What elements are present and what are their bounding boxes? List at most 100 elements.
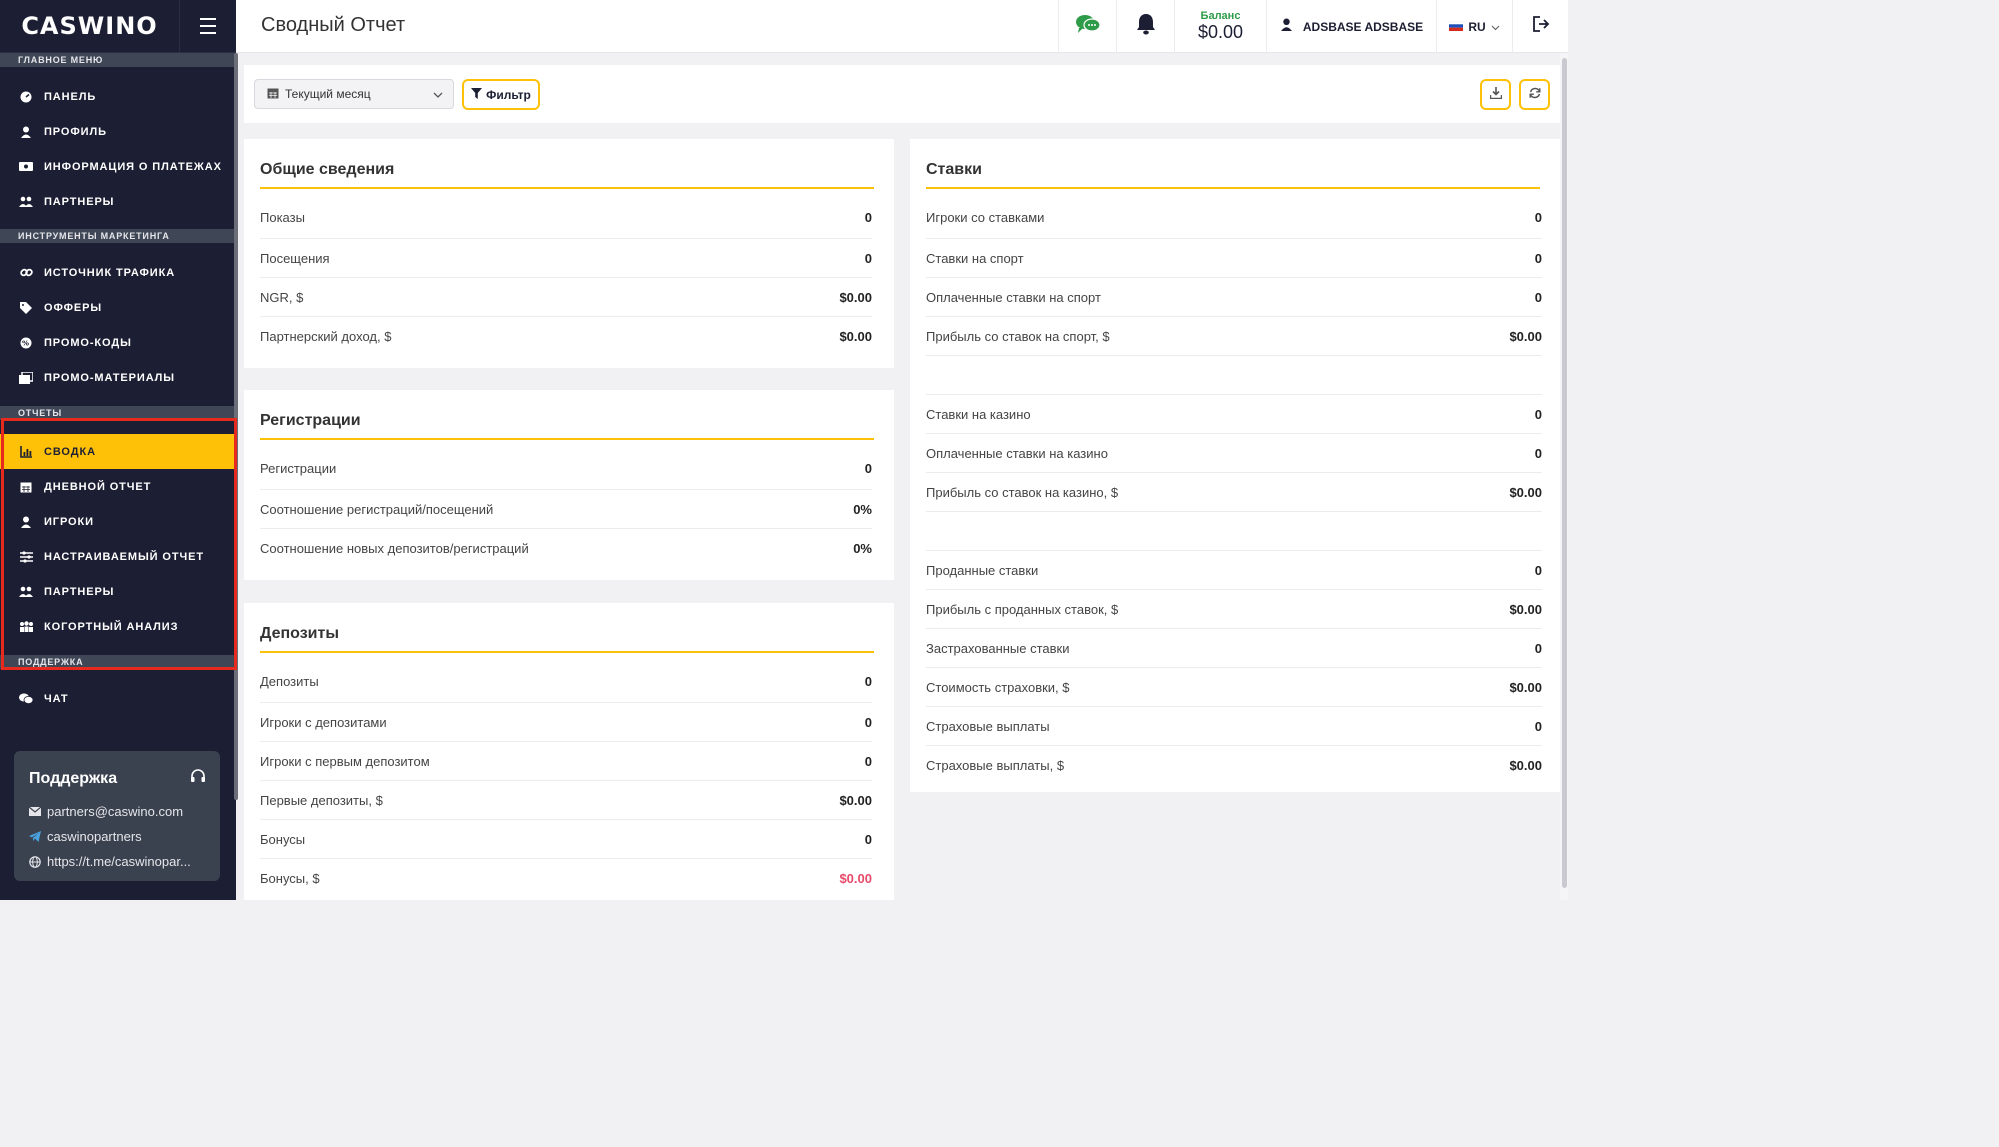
stat-label: Стоимость страховки, $ (926, 679, 1070, 695)
download-button[interactable] (1480, 79, 1511, 110)
hamburger-icon (200, 18, 216, 20)
section-label-main: ГЛАВНОЕ МЕНЮ (0, 53, 236, 67)
sidebar-scrollbar[interactable] (234, 53, 238, 800)
stat-label: Показы (260, 210, 305, 225)
stat-label: Соотношение регистраций/посещений (260, 501, 494, 517)
card-general-rows: Показы 0 Посещения 0 NGR, $ $0.00 Партнерск… (260, 197, 872, 356)
stat-row: Прибыль с проданных ставок, $ $0.00 (926, 590, 1542, 629)
stat-label: Первые депозиты, $ (260, 792, 383, 808)
tags-icon (18, 301, 34, 314)
menu-toggle-button[interactable] (180, 0, 236, 53)
stat-value: 0 (1534, 562, 1542, 578)
sidebar-item-partners-report[interactable]: ПАРТНЕРЫ (0, 574, 236, 609)
stat-row: Посещения 0 (260, 239, 872, 278)
sidebar-item-label: ИНФОРМАЦИЯ О ПЛАТЕЖАХ (44, 160, 222, 173)
stat-label: Страховые выплаты (926, 718, 1050, 734)
notifications-button[interactable] (1116, 0, 1174, 53)
stat-value: $0.00 (1509, 601, 1542, 617)
users-icon (18, 586, 34, 597)
stat-value: 0 (864, 831, 872, 847)
sidebar-item-daily-report[interactable]: ДНЕВНОЙ ОТЧЕТ (0, 469, 236, 504)
logout-button[interactable] (1512, 0, 1568, 53)
logout-icon (1532, 16, 1550, 37)
support-telegram-link[interactable]: caswinopartners (29, 824, 206, 849)
sidebar-item-summary[interactable]: СВОДКА (0, 434, 236, 469)
filter-button[interactable]: Фильтр (462, 79, 540, 110)
stat-label: Застрахованные ставки (926, 640, 1070, 656)
stat-label: Ставки на казино (926, 406, 1031, 422)
stat-value: 0 (864, 674, 872, 689)
sidebar-item-custom-report[interactable]: НАСТРАИВАЕМЫЙ ОТЧЕТ (0, 539, 236, 574)
user-name: ADSBASE ADSBASE (1302, 19, 1424, 34)
user-menu-button[interactable]: ADSBASE ADSBASE (1266, 0, 1436, 53)
stat-row: Оплаченные ставки на казино 0 (926, 434, 1542, 473)
sidebar-item-promo-codes[interactable]: % ПРОМО-КОДЫ (0, 325, 236, 360)
stat-row: Показы 0 (260, 197, 872, 239)
stat-value: $0.00 (839, 329, 872, 344)
card-deposits: Депозиты Депозиты 0 Игроки с депозитами 0 … (244, 603, 894, 900)
images-icon (18, 371, 34, 384)
section-label-support: ПОДДЕРЖКА (0, 655, 236, 669)
stat-label: NGR, $ (260, 289, 304, 305)
stat-row: Проданные ставки 0 (926, 551, 1542, 590)
stat-row: Игроки с первым депозитом 0 (260, 742, 872, 781)
sidebar-item-label: ЧАТ (44, 692, 69, 705)
stat-value: $0.00 (839, 871, 872, 886)
sidebar: CASWINO ГЛАВНОЕ МЕНЮ ПАНЕЛЬ ПРОФИЛЬ ИНФО… (0, 0, 236, 900)
badge-icon: % (18, 337, 34, 349)
sidebar-item-traffic-source[interactable]: ИСТОЧНИК ТРАФИКА (0, 255, 236, 290)
sidebar-item-profile[interactable]: ПРОФИЛЬ (0, 114, 236, 149)
sidebar-item-panel[interactable]: ПАНЕЛЬ (0, 79, 236, 114)
sidebar-item-chat[interactable]: ЧАТ (0, 681, 236, 716)
stat-row: Прибыль со ставок на спорт, $ $0.00 (926, 317, 1542, 356)
sidebar-item-offers[interactable]: ОФФЕРЫ (0, 290, 236, 325)
download-icon (1489, 87, 1502, 102)
sidebar-item-label: СВОДКА (44, 445, 96, 458)
link-icon (18, 266, 34, 279)
sidebar-item-label: КОГОРТНЫЙ АНАЛИЗ (44, 620, 179, 633)
stat-row: Страховые выплаты, $ $0.00 (926, 746, 1542, 785)
telegram-icon (29, 831, 47, 842)
balance-widget[interactable]: Баланс $0.00 (1174, 0, 1266, 53)
period-select[interactable]: Текущий месяц (254, 79, 454, 109)
stat-value: 0 (1534, 289, 1542, 305)
chart-icon (18, 445, 34, 458)
stat-label: Игроки с депозитами (260, 714, 387, 730)
menu-support: ЧАТ (0, 669, 236, 726)
stat-row: Бонусы 0 (260, 820, 872, 859)
logo[interactable]: CASWINO (0, 0, 180, 53)
refresh-button[interactable] (1519, 79, 1550, 110)
sidebar-item-label: ИСТОЧНИК ТРАФИКА (44, 266, 176, 279)
stat-label: Прибыль с проданных ставок, $ (926, 601, 1119, 617)
card-registrations: Регистрации Регистрации 0 Соотношение рег… (244, 390, 894, 580)
user-icon (18, 126, 34, 138)
period-select-value: Текущий месяц (285, 87, 371, 101)
sidebar-item-label: ДНЕВНОЙ ОТЧЕТ (44, 480, 152, 493)
stat-row: Игроки с депозитами 0 (260, 703, 872, 742)
stat-label: Оплаченные ставки на казино (926, 445, 1108, 461)
sidebar-item-partners[interactable]: ПАРТНЕРЫ (0, 184, 236, 219)
sidebar-item-payments[interactable]: ИНФОРМАЦИЯ О ПЛАТЕЖАХ (0, 149, 236, 184)
stat-label: Бонусы (260, 831, 306, 847)
support-web-link[interactable]: https://t.me/caswinopar... (29, 849, 206, 874)
language-select[interactable]: RU (1436, 0, 1512, 53)
users-icon (18, 196, 34, 207)
stat-row-spacer (926, 356, 1542, 395)
stat-label: Проданные ставки (926, 562, 1039, 578)
stat-value: 0% (853, 541, 872, 556)
sidebar-item-promo-materials[interactable]: ПРОМО-МАТЕРИАЛЫ (0, 360, 236, 395)
page-scrollbar-thumb[interactable] (1562, 58, 1567, 888)
chat-button[interactable] (1058, 0, 1116, 53)
hamburger-icon (200, 32, 216, 34)
sidebar-item-players[interactable]: ИГРОКИ (0, 504, 236, 539)
menu-marketing: ИСТОЧНИК ТРАФИКА ОФФЕРЫ % ПРОМО-КОДЫ ПРО… (0, 243, 236, 405)
stat-value: 0 (1534, 445, 1542, 461)
stat-row: Соотношение новых депозитов/регистраций 0… (260, 529, 872, 568)
section-label-marketing: ИНСТРУМЕНТЫ МАРКЕТИНГА (0, 229, 236, 243)
globe-icon (29, 855, 47, 868)
stat-label: Посещения (260, 250, 330, 266)
russia-flag-icon (1449, 18, 1464, 36)
stat-label: Страховые выплаты, $ (926, 758, 1065, 773)
support-email-link[interactable]: partners@caswino.com (29, 799, 206, 824)
sidebar-item-cohort-analysis[interactable]: КОГОРТНЫЙ АНАЛИЗ (0, 609, 236, 644)
